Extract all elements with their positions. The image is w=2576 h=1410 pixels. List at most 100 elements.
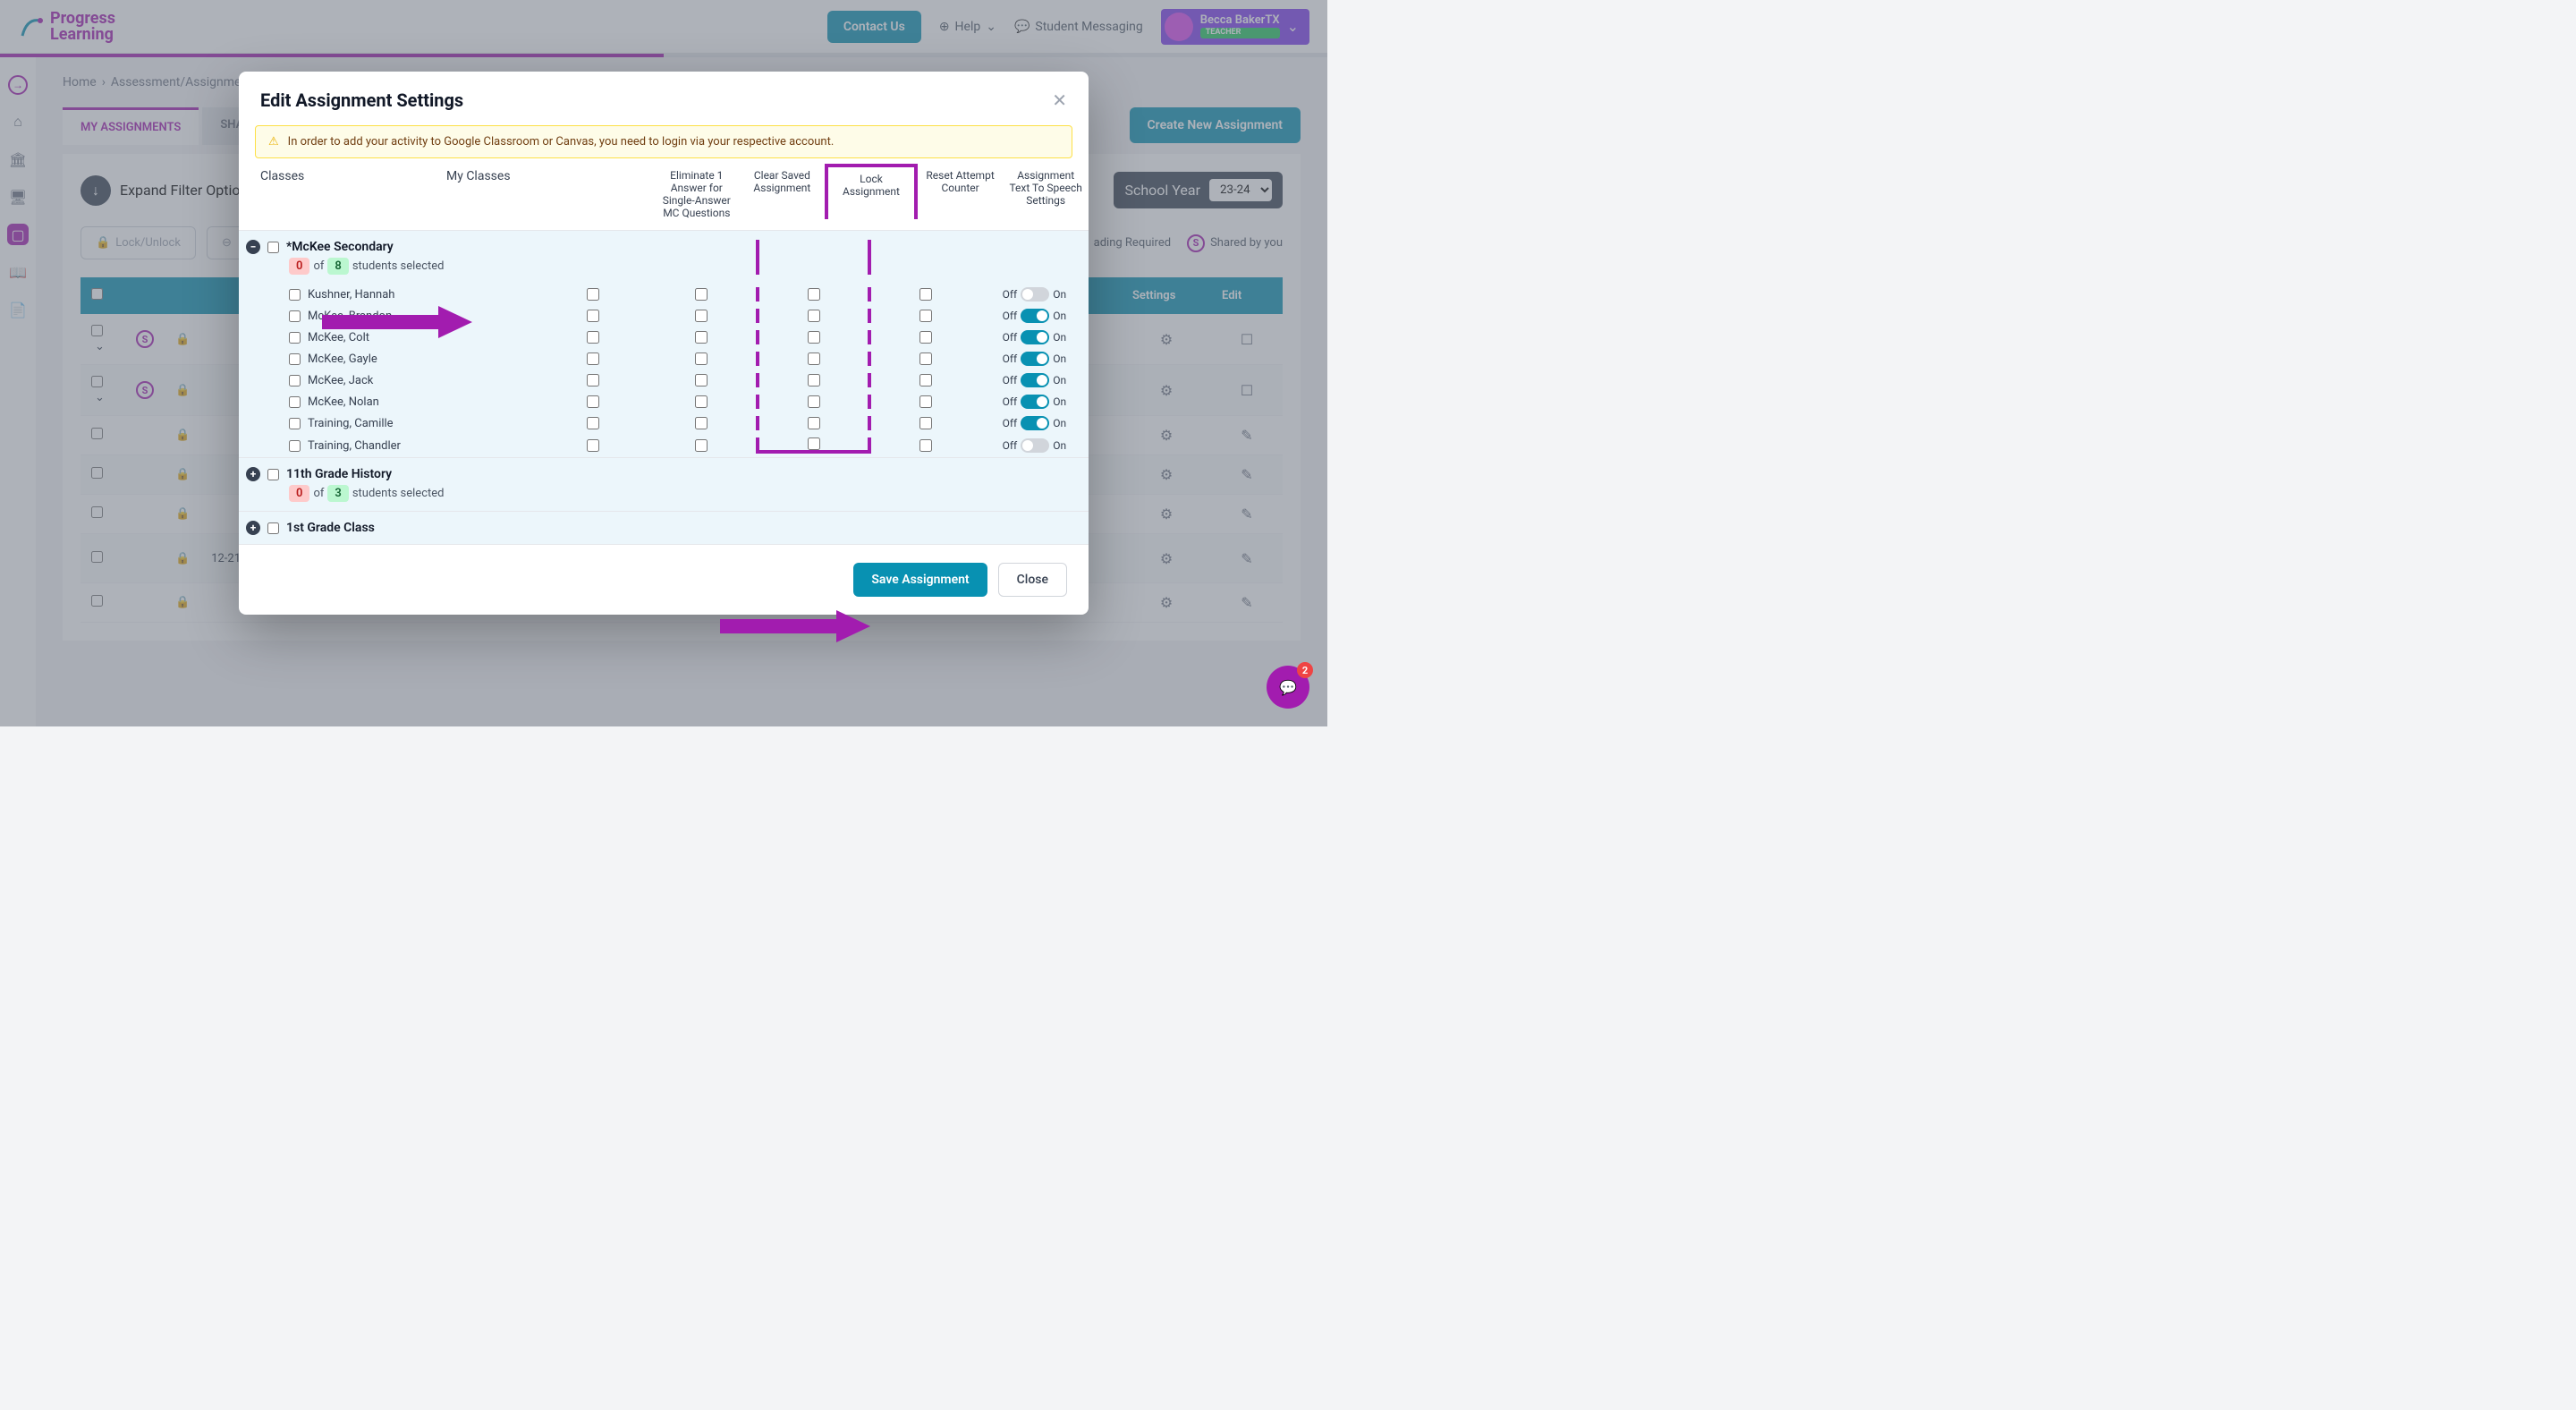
eliminate-checkbox[interactable] <box>587 352 599 365</box>
eliminate-checkbox[interactable] <box>587 310 599 322</box>
reset-checkbox[interactable] <box>919 395 932 408</box>
reset-checkbox[interactable] <box>919 374 932 386</box>
col-reset: Reset Attempt Counter <box>918 169 1004 219</box>
student-row: Kushner, Hannah Off On <box>239 284 1089 305</box>
clear-checkbox[interactable] <box>695 395 708 408</box>
class-expander[interactable]: + <box>246 521 260 535</box>
clear-checkbox[interactable] <box>695 374 708 386</box>
student-row: McKee, Nolan Off On <box>239 391 1089 412</box>
toggle-off-label: Off <box>1003 439 1018 452</box>
modal-close-x[interactable]: ✕ <box>1052 89 1067 111</box>
annotation-arrow-2 <box>720 608 872 644</box>
toggle-on-label: On <box>1053 374 1066 386</box>
chat-widget[interactable]: 💬 2 <box>1267 666 1309 709</box>
student-checkbox[interactable] <box>289 440 301 452</box>
save-assignment-button[interactable]: Save Assignment <box>853 563 987 597</box>
toggle-on-label: On <box>1053 288 1066 301</box>
class-checkbox[interactable] <box>267 522 279 534</box>
col-lock: Lock Assignment <box>825 164 918 219</box>
class-checkbox[interactable] <box>267 242 279 253</box>
class-expander[interactable]: − <box>246 240 260 254</box>
eliminate-checkbox[interactable] <box>587 439 599 452</box>
student-checkbox[interactable] <box>289 353 301 365</box>
clear-checkbox[interactable] <box>695 417 708 429</box>
modal-title: Edit Assignment Settings <box>260 89 463 111</box>
toggle-on-label: On <box>1053 417 1066 429</box>
chat-badge: 2 <box>1297 662 1313 678</box>
toggle-off-label: Off <box>1003 352 1018 365</box>
class-section: + 1st Grade Class <box>239 511 1089 544</box>
tts-toggle[interactable] <box>1021 309 1049 323</box>
clear-checkbox[interactable] <box>695 352 708 365</box>
tts-toggle[interactable] <box>1021 438 1049 453</box>
tts-toggle[interactable] <box>1021 373 1049 387</box>
student-checkbox[interactable] <box>289 396 301 408</box>
lock-checkbox[interactable] <box>808 437 820 450</box>
student-checkbox[interactable] <box>289 310 301 322</box>
student-name: Training, Camille <box>308 417 394 430</box>
toggle-off-label: Off <box>1003 310 1018 322</box>
col-eliminate: Eliminate 1 Answer for Single-Answer MC … <box>654 169 740 219</box>
class-section: − *McKee Secondary 0 of 8 students selec… <box>239 230 1089 457</box>
clear-checkbox[interactable] <box>695 310 708 322</box>
student-checkbox[interactable] <box>289 418 301 429</box>
class-header-row: + 1st Grade Class <box>239 512 1089 544</box>
toggle-on-label: On <box>1053 352 1066 365</box>
reset-checkbox[interactable] <box>919 331 932 344</box>
eliminate-checkbox[interactable] <box>587 417 599 429</box>
tts-toggle[interactable] <box>1021 416 1049 430</box>
toggle-off-label: Off <box>1003 374 1018 386</box>
student-checkbox[interactable] <box>289 289 301 301</box>
lock-checkbox[interactable] <box>808 352 820 365</box>
class-section: + 11th Grade History 0 of 3 students sel… <box>239 457 1089 511</box>
reset-checkbox[interactable] <box>919 310 932 322</box>
reset-checkbox[interactable] <box>919 439 932 452</box>
tts-toggle[interactable] <box>1021 287 1049 302</box>
lock-checkbox[interactable] <box>808 288 820 301</box>
clear-checkbox[interactable] <box>695 439 708 452</box>
tts-toggle[interactable] <box>1021 330 1049 344</box>
warning-text: In order to add your activity to Google … <box>288 135 835 149</box>
tts-toggle[interactable] <box>1021 395 1049 409</box>
lock-checkbox[interactable] <box>808 374 820 386</box>
close-modal-button[interactable]: Close <box>998 563 1067 597</box>
col-classes: Classes <box>239 169 446 219</box>
class-header-row: + 11th Grade History 0 of 3 students sel… <box>239 458 1089 511</box>
student-name: McKee, Jack <box>308 374 373 387</box>
eliminate-checkbox[interactable] <box>587 395 599 408</box>
tts-toggle[interactable] <box>1021 352 1049 366</box>
eliminate-checkbox[interactable] <box>587 288 599 301</box>
class-expander[interactable]: + <box>246 467 260 481</box>
class-checkbox[interactable] <box>267 469 279 480</box>
lock-checkbox[interactable] <box>808 417 820 429</box>
student-count: 0 of 8 students selected <box>289 258 538 275</box>
class-name: 11th Grade History <box>286 467 392 481</box>
class-name: *McKee Secondary <box>286 240 394 254</box>
clear-checkbox[interactable] <box>695 288 708 301</box>
reset-checkbox[interactable] <box>919 352 932 365</box>
reset-checkbox[interactable] <box>919 288 932 301</box>
lock-checkbox[interactable] <box>808 331 820 344</box>
toggle-on-label: On <box>1053 331 1066 344</box>
student-row: Training, Camille Off On <box>239 412 1089 434</box>
student-name: Training, Chandler <box>308 439 401 453</box>
warning-icon: ⚠ <box>268 135 279 149</box>
eliminate-checkbox[interactable] <box>587 374 599 386</box>
lock-checkbox[interactable] <box>808 310 820 322</box>
toggle-on-label: On <box>1053 310 1066 322</box>
lock-checkbox[interactable] <box>808 395 820 408</box>
class-name: 1st Grade Class <box>286 521 375 535</box>
reset-checkbox[interactable] <box>919 417 932 429</box>
toggle-on-label: On <box>1053 439 1066 452</box>
student-name: McKee, Gayle <box>308 352 377 366</box>
class-header-row: − *McKee Secondary 0 of 8 students selec… <box>239 231 1089 284</box>
student-row: Training, Chandler Off On <box>239 434 1089 457</box>
toggle-off-label: Off <box>1003 331 1018 344</box>
eliminate-checkbox[interactable] <box>587 331 599 344</box>
toggle-on-label: On <box>1053 395 1066 408</box>
annotation-arrow-1 <box>322 304 474 340</box>
clear-checkbox[interactable] <box>695 331 708 344</box>
student-name: McKee, Nolan <box>308 395 379 409</box>
student-checkbox[interactable] <box>289 332 301 344</box>
student-checkbox[interactable] <box>289 375 301 386</box>
